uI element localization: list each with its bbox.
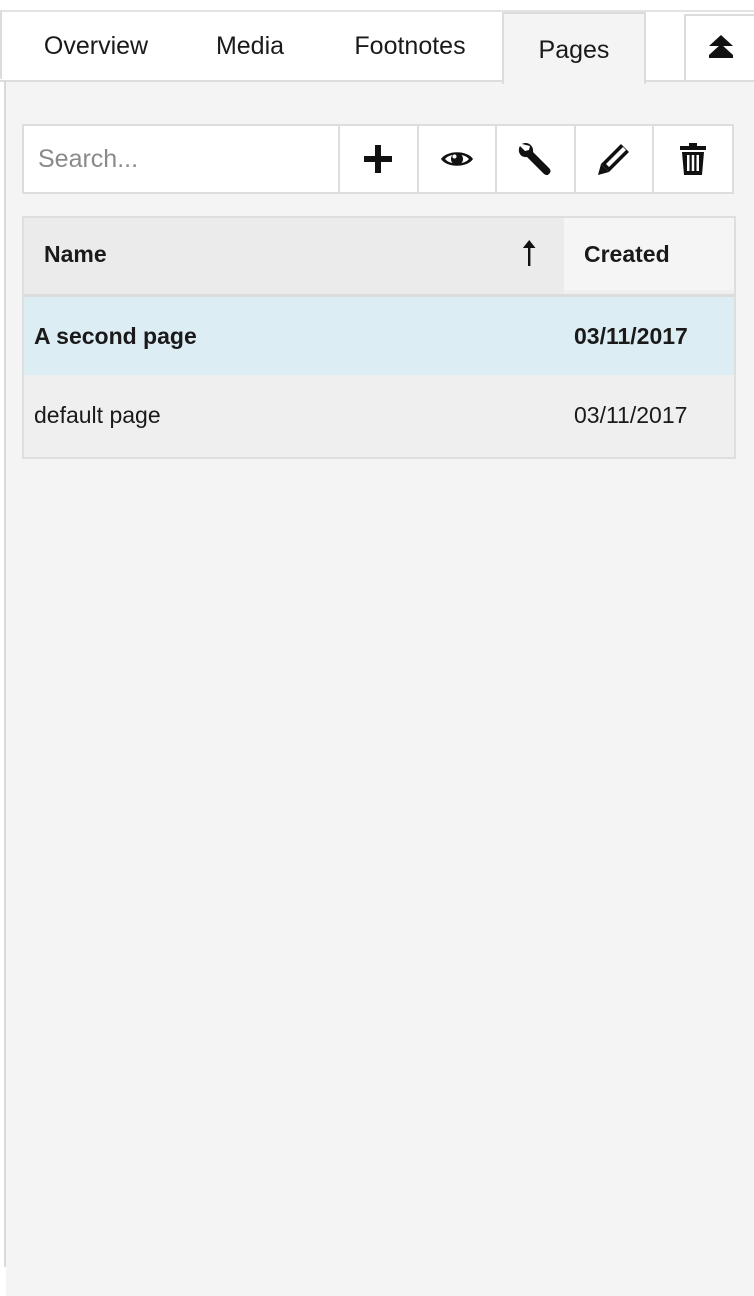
eye-icon <box>440 148 474 170</box>
arrow-up-icon <box>522 240 536 271</box>
page-name-cell: default page <box>34 402 161 428</box>
trash-icon <box>680 143 707 175</box>
edit-page-button[interactable] <box>575 126 655 192</box>
tab-pages[interactable]: Pages <box>502 12 646 84</box>
pages-panel-root: Overview Media Footnotes Pages Search...… <box>0 0 754 1296</box>
tab-media[interactable]: Media <box>188 11 312 79</box>
column-header-created[interactable]: Created <box>564 218 734 290</box>
search-input[interactable] <box>24 126 340 192</box>
delete-page-button[interactable] <box>654 126 732 192</box>
column-header-label: Name <box>44 241 107 267</box>
view-page-button[interactable] <box>418 126 498 192</box>
column-header-label: Created <box>584 241 670 267</box>
page-name-cell: A second page <box>34 323 197 349</box>
tab-footnotes[interactable]: Footnotes <box>312 11 508 79</box>
eject-double-chevron-up-icon <box>708 33 734 64</box>
pencil-icon <box>597 142 631 176</box>
page-created-cell: 03/11/2017 <box>574 323 688 349</box>
collapse-panel-button[interactable] <box>684 14 754 82</box>
pages-table: Name Created A second page 03/11/2017 de… <box>22 216 736 459</box>
pages-toolbar <box>22 124 734 194</box>
column-header-name[interactable]: Name <box>24 218 564 294</box>
add-page-button[interactable] <box>340 126 419 192</box>
page-created-cell: 03/11/2017 <box>574 402 688 428</box>
tab-overview[interactable]: Overview <box>0 11 190 79</box>
page-settings-button[interactable] <box>497 126 576 192</box>
panel-border <box>4 82 6 1267</box>
plus-icon <box>363 144 393 174</box>
table-header: Name Created <box>24 218 734 297</box>
wrench-icon <box>518 142 552 176</box>
table-row[interactable]: default page 03/11/2017 <box>24 375 734 457</box>
table-row[interactable]: A second page 03/11/2017 <box>24 297 734 375</box>
